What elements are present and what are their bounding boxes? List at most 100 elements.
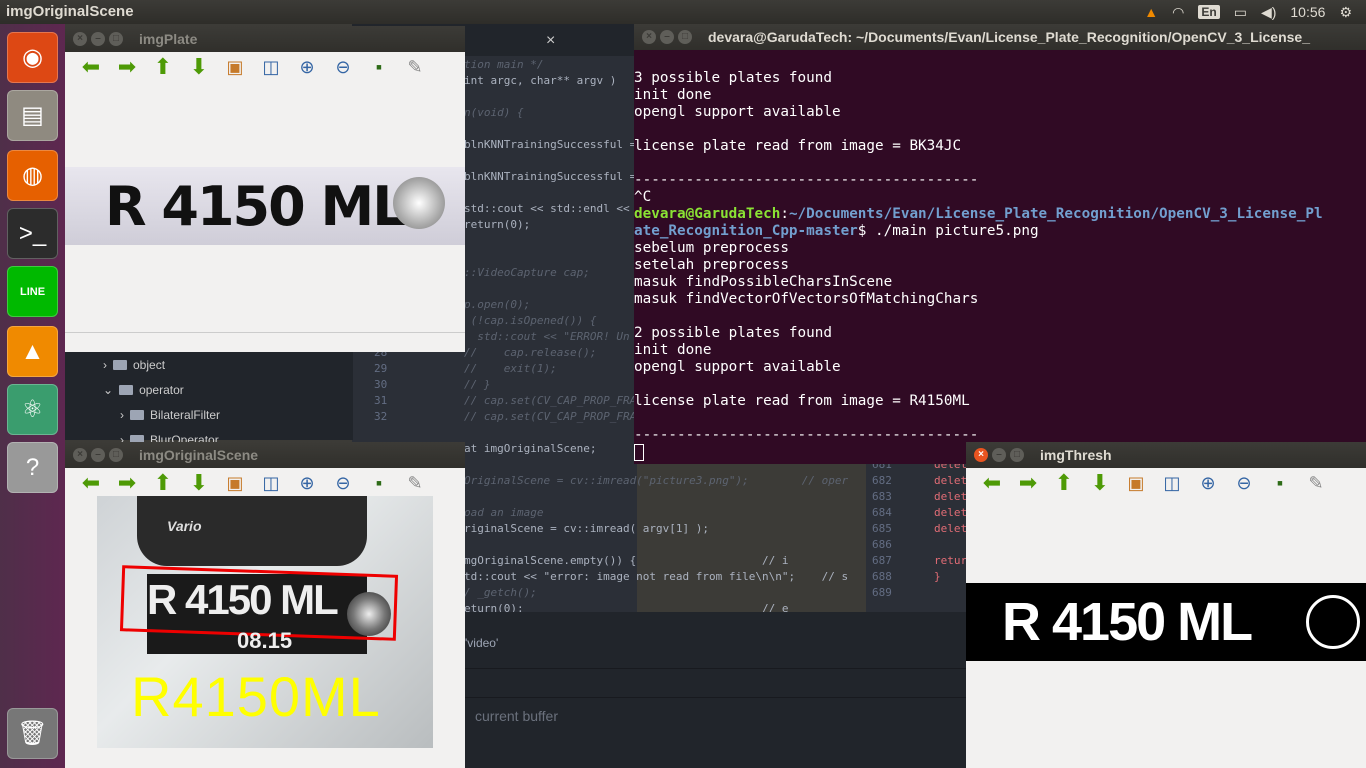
- zoom-region-icon[interactable]: ◫: [253, 53, 289, 81]
- close-icon[interactable]: ×: [73, 32, 87, 46]
- line-number: 684: [872, 506, 892, 519]
- arrow-up-icon[interactable]: ⬆: [145, 53, 181, 81]
- gear-icon[interactable]: ⚙: [1339, 4, 1352, 21]
- window-titlebar[interactable]: × – □ devara@GarudaTech: ~/Documents/Evan/…: [634, 24, 1366, 50]
- wifi-icon[interactable]: ◠: [1172, 4, 1184, 21]
- folder-icon: [119, 385, 134, 395]
- save-icon[interactable]: ▪: [361, 53, 397, 81]
- vlc-tray-icon[interactable]: ▲: [1144, 4, 1158, 20]
- keyboard-layout-indicator[interactable]: En: [1198, 5, 1220, 19]
- launcher-line-icon[interactable]: LINE: [7, 266, 58, 317]
- code-line: delet: [934, 490, 968, 503]
- code-line: tion main */: [464, 58, 544, 71]
- zoom-in-icon[interactable]: ⊕: [1190, 469, 1226, 497]
- terminal-line: 2 possible plates found: [634, 325, 832, 341]
- launcher-files-icon[interactable]: ▤: [7, 90, 58, 141]
- arrow-right-icon[interactable]: ➡: [109, 53, 145, 81]
- arrow-up-icon[interactable]: ⬆: [145, 469, 181, 497]
- save-icon[interactable]: ▪: [1262, 469, 1298, 497]
- zoom-out-icon[interactable]: ⊖: [325, 469, 361, 497]
- window-titlebar[interactable]: × – □ imgOriginalScene: [65, 442, 465, 468]
- code-line: oad an image: [464, 506, 544, 519]
- close-icon[interactable]: ×: [642, 30, 656, 44]
- battery-icon[interactable]: ▭: [1234, 4, 1247, 21]
- arrow-left-icon[interactable]: ⬅: [73, 469, 109, 497]
- brush-icon[interactable]: ✎: [397, 53, 433, 81]
- launcher-ubuntu-dash-icon[interactable]: ◉: [7, 32, 58, 83]
- arrow-left-icon[interactable]: ⬅: [974, 469, 1010, 497]
- launcher-firefox-icon[interactable]: ◍: [7, 150, 58, 201]
- terminal-output[interactable]: 3 possible plates found init done opengl s…: [634, 50, 1366, 464]
- minimize-icon[interactable]: –: [660, 30, 674, 44]
- find-input[interactable]: current buffer: [475, 708, 558, 724]
- launcher-unknown-app-icon[interactable]: ?: [7, 442, 58, 493]
- zoom-region-icon[interactable]: ◫: [253, 469, 289, 497]
- launcher-trash-icon[interactable]: 🗑: [7, 708, 58, 759]
- clock[interactable]: 10:56: [1290, 4, 1325, 20]
- chevron-down-icon: ⌄: [103, 383, 114, 397]
- close-icon[interactable]: ×: [73, 448, 87, 462]
- code-line: n(void) {: [464, 106, 524, 119]
- zoom-region-icon[interactable]: ◫: [1154, 469, 1190, 497]
- zoom-in-icon[interactable]: ⊕: [289, 469, 325, 497]
- image-icon[interactable]: ▣: [217, 469, 253, 497]
- terminal-line: license plate read from image = R4150ML: [634, 393, 970, 409]
- tree-item[interactable]: › BilateralFilter: [120, 408, 220, 422]
- system-tray: ▲ ◠ En ▭ ◀) 10:56 ⚙: [1144, 0, 1366, 24]
- terminal-line: ----------------------------------------: [634, 172, 979, 188]
- brush-icon[interactable]: ✎: [1298, 469, 1334, 497]
- zoom-in-icon[interactable]: ⊕: [289, 53, 325, 81]
- close-icon[interactable]: ×: [974, 448, 988, 462]
- line-number: 688: [872, 570, 892, 583]
- bolt-image: [393, 177, 445, 229]
- maximize-icon[interactable]: □: [109, 32, 123, 46]
- arrow-up-icon[interactable]: ⬆: [1046, 469, 1082, 497]
- arrow-down-icon[interactable]: ⬇: [181, 53, 217, 81]
- image-icon[interactable]: ▣: [217, 53, 253, 81]
- terminal-line: masuk findVectorOfVectorsOfMatchingChars: [634, 291, 979, 307]
- brush-icon[interactable]: ✎: [397, 469, 433, 497]
- window-title: imgThresh: [1040, 447, 1112, 463]
- launcher-terminal-icon[interactable]: >_: [7, 208, 58, 259]
- terminal-line: init done: [634, 87, 712, 103]
- line-number: 682: [872, 474, 892, 487]
- save-icon[interactable]: ▪: [361, 469, 397, 497]
- line-number: 30: [374, 378, 388, 391]
- minimize-icon[interactable]: –: [91, 448, 105, 462]
- launcher-atom-icon[interactable]: ⚛: [7, 384, 58, 435]
- code-line: // cap.set(CV_CAP_PROP_FRAME_H: [464, 410, 663, 423]
- arrow-left-icon[interactable]: ⬅: [73, 53, 109, 81]
- tree-item[interactable]: › object: [103, 358, 165, 372]
- maximize-icon[interactable]: □: [109, 448, 123, 462]
- launcher-vlc-icon[interactable]: ▲: [7, 326, 58, 377]
- maximize-icon[interactable]: □: [678, 30, 692, 44]
- arrow-right-icon[interactable]: ➡: [109, 469, 145, 497]
- volume-icon[interactable]: ◀): [1261, 4, 1276, 21]
- window-titlebar[interactable]: × – □ imgPlate: [65, 26, 465, 52]
- window-title: imgPlate: [139, 31, 198, 47]
- image-icon[interactable]: ▣: [1118, 469, 1154, 497]
- minimize-icon[interactable]: –: [992, 448, 1006, 462]
- prompt-command: $ ./main picture5.png: [857, 223, 1039, 239]
- terminal-line: 3 possible plates found: [634, 70, 832, 86]
- arrow-down-icon[interactable]: ⬇: [181, 469, 217, 497]
- plate-image: R 4150 ML: [65, 167, 465, 245]
- terminal-window[interactable]: × – □ devara@GarudaTech: ~/Documents/Evan/…: [634, 24, 1366, 464]
- arrow-down-icon[interactable]: ⬇: [1082, 469, 1118, 497]
- scene-image: Vario R 4150 ML 08.15 R4150ML: [97, 496, 433, 748]
- maximize-icon[interactable]: □: [1010, 448, 1024, 462]
- minimize-icon[interactable]: –: [91, 32, 105, 46]
- tab-close-icon[interactable]: ×: [546, 32, 555, 50]
- zoom-out-icon[interactable]: ⊖: [325, 53, 361, 81]
- prompt-path: ~/Documents/Evan/License_Plate_Recogniti…: [788, 206, 1323, 222]
- tree-item[interactable]: ⌄ operator: [103, 383, 184, 397]
- folder-icon: [130, 410, 144, 420]
- code-editor-right[interactable]: 681 delet 682 delet 683 delet 684 delet 685 delet…: [866, 440, 968, 612]
- prompt-path-cont: ate_Recognition_Cpp-master: [634, 223, 858, 239]
- line-number: 686: [872, 538, 892, 551]
- arrow-right-icon[interactable]: ➡: [1010, 469, 1046, 497]
- window-titlebar[interactable]: × – □ imgThresh: [966, 442, 1366, 468]
- zoom-out-icon[interactable]: ⊖: [1226, 469, 1262, 497]
- code-line: delet: [934, 506, 968, 519]
